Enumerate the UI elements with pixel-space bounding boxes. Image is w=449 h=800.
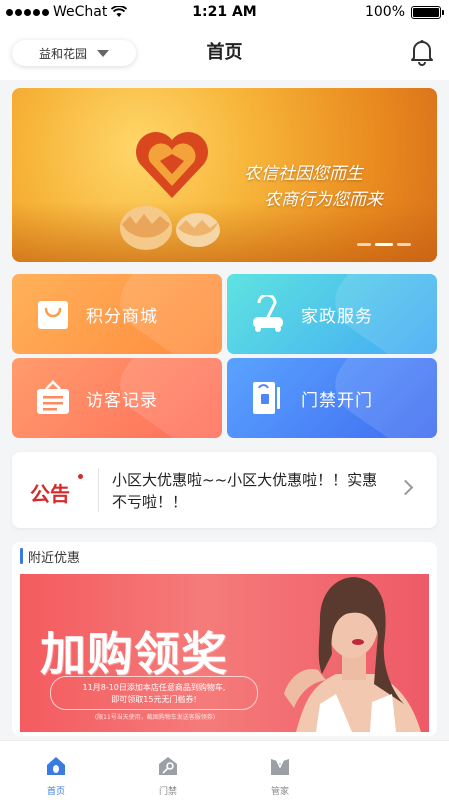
section-title: 附近优惠 <box>28 551 81 566</box>
tab-label: 门禁 <box>158 787 177 797</box>
tile-label: 积分商城 <box>86 306 158 327</box>
battery-info: 100% <box>364 4 444 20</box>
vacuum-cleaner-icon <box>253 295 283 332</box>
tab-door-access[interactable]: 门禁 <box>138 755 198 797</box>
tile-visitor-records[interactable]: 访客记录 <box>12 358 222 438</box>
notice-card[interactable]: 公告 小区大优惠啦~~小区大优惠啦！！实惠不亏啦！！ <box>12 452 437 528</box>
tab-butler[interactable]: 管家 <box>250 755 310 797</box>
carousel-indicator[interactable] <box>357 243 411 246</box>
door-access-icon <box>253 382 280 414</box>
bell-icon[interactable] <box>409 38 435 66</box>
promo-details: 11月8-10日添加本店任意商品到购物车, 即可领取15元无门槛券! <box>50 676 258 710</box>
nearby-offers-section: 附近优惠 加购领奖 11月8-10日添加本店任意商品到购物车, 即可领取15元无… <box>12 542 437 736</box>
promo-ad-banner[interactable]: 加购领奖 11月8-10日添加本店任意商品到购物车, 即可领取15元无门槛券! … <box>20 574 429 732</box>
promo-line-2: 即可领取15元无门槛券! <box>111 695 197 704</box>
tile-label: 家政服务 <box>301 306 373 327</box>
tile-label: 门禁开门 <box>301 390 373 411</box>
promo-line-1: 11月8-10日添加本店任意商品到购物车, <box>82 683 226 692</box>
tile-points-mall[interactable]: 积分商城 <box>12 274 222 354</box>
tile-door-access[interactable]: 门禁开门 <box>227 358 437 438</box>
butler-icon <box>271 759 289 775</box>
tile-label: 访客记录 <box>86 390 158 411</box>
page-title: 首页 <box>206 42 243 63</box>
tile-housekeeping[interactable]: 家政服务 <box>227 274 437 354</box>
broken-egg-image <box>120 206 220 250</box>
battery-percent: 100% <box>364 4 405 20</box>
promo-note: (限11号当天使用，截图购物车发送客服领券) <box>94 714 216 721</box>
banner-slogan-1: 农信社因您而生 <box>244 164 363 184</box>
tab-label: 管家 <box>270 787 289 797</box>
model-photo <box>284 577 421 732</box>
shopping-bag-icon <box>38 301 68 329</box>
key-house-icon <box>159 757 177 775</box>
tab-home[interactable]: 首页 <box>26 755 86 797</box>
banner-slogan-2: 农商行为您而来 <box>264 190 383 210</box>
notice-badge: 公告 <box>30 482 70 506</box>
chevron-right-icon[interactable] <box>397 479 414 496</box>
promo-headline: 加购领奖 <box>40 627 228 681</box>
tab-label: 首页 <box>46 787 65 797</box>
tab-bar: 首页 门禁 管家 <box>0 740 449 800</box>
header: 益和花园 首页 <box>0 24 449 80</box>
visitor-sign-icon <box>37 380 69 414</box>
promo-banner[interactable]: 农信社因您而生 农商行为您而来 <box>12 88 437 262</box>
home-icon <box>47 757 65 775</box>
status-bar: WeChat 1:21 AM 100% <box>0 0 449 24</box>
notice-text: 小区大优惠啦~~小区大优惠啦！！实惠不亏啦！！ <box>112 471 378 511</box>
battery-icon <box>411 5 444 19</box>
notice-badge-dot <box>78 474 83 479</box>
